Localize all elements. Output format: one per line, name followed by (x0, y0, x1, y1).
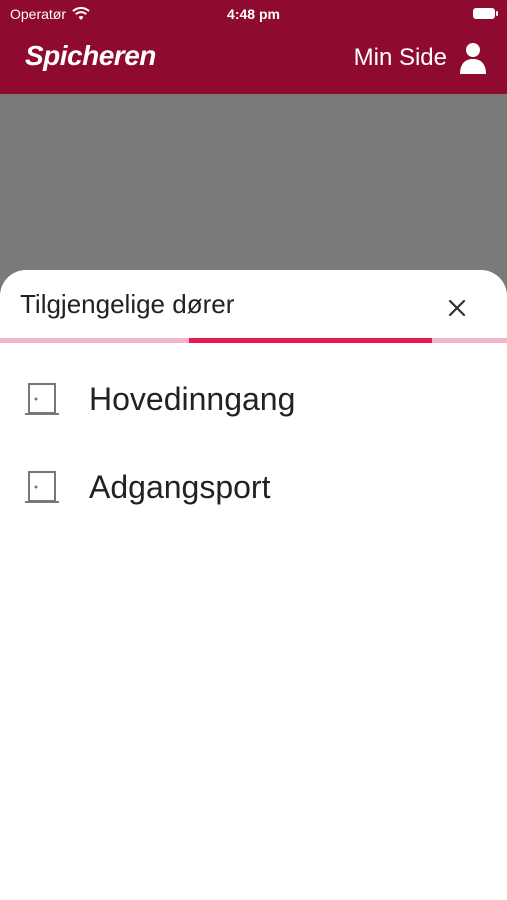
progress-track (0, 338, 507, 343)
door-item-adgangsport[interactable]: Adgangsport (0, 443, 507, 531)
brand-logo: Spicheren (25, 40, 156, 71)
my-page-label: Min Side (353, 44, 447, 71)
battery-icon (473, 8, 498, 19)
door-icon (25, 383, 59, 415)
app-header: Operatør 4:48 pm Spicheren Min Side (0, 0, 507, 94)
close-icon (448, 299, 466, 317)
progress-fill (189, 338, 432, 343)
status-time: 4:48 pm (227, 6, 280, 22)
sheet-title: Tilgjengelige dører (20, 289, 235, 319)
close-button[interactable] (445, 296, 469, 320)
door-item-hovedinngang[interactable]: Hovedinngang (0, 355, 507, 443)
door-label: Adgangsport (89, 468, 271, 505)
door-icon (25, 471, 59, 503)
door-label: Hovedinngang (89, 380, 296, 417)
my-page-button[interactable]: Min Side (354, 42, 487, 74)
doors-bottom-sheet: Tilgjengelige dører Hovedinngang Adgangs… (0, 270, 507, 900)
door-list: Hovedinngang Adgangsport (0, 355, 507, 531)
status-bar: Operatør 4:48 pm (0, 0, 507, 28)
user-icon (460, 43, 486, 74)
sheet-header: Tilgjengelige dører (0, 270, 507, 340)
